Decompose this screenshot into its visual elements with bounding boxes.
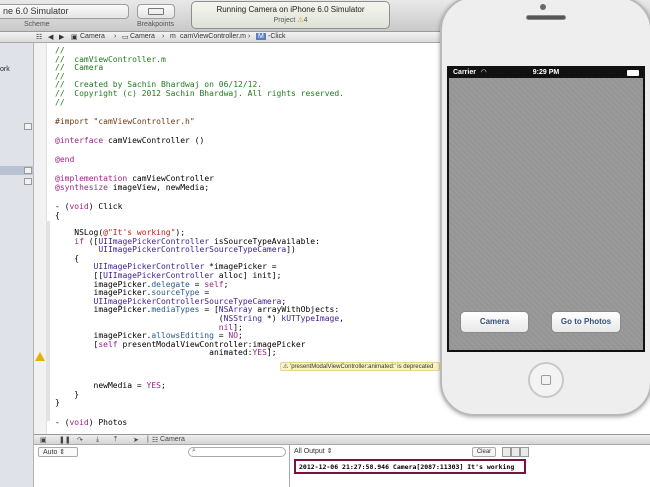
code-line[interactable]: // <box>55 98 65 107</box>
project-icon: ▣ <box>71 34 78 41</box>
go-to-photos-button[interactable]: Go to Photos <box>551 311 621 333</box>
variables-pane[interactable]: Auto ⇕ ⌕ <box>34 445 290 487</box>
step-into-icon[interactable]: ⤓ <box>96 436 99 444</box>
step-out-icon[interactable]: ⤒ <box>114 436 117 444</box>
code-line[interactable]: - (void) Photos <box>55 418 127 427</box>
activity-title: Running Camera on iPhone 6.0 Simulator <box>216 5 365 14</box>
front-camera <box>540 4 546 10</box>
warning-bubble[interactable]: ⚠ 'presentModalViewController:animated:'… <box>280 362 440 371</box>
chevron-right-icon: › <box>162 33 165 40</box>
chevron-right-icon: › <box>114 33 117 40</box>
clear-console-button[interactable]: Clear <box>472 447 496 457</box>
warning-count: 4 <box>303 17 308 24</box>
debug-target[interactable]: Camera <box>160 436 185 443</box>
view-toggle-middle[interactable] <box>511 447 520 457</box>
view-toggle-right[interactable] <box>520 447 529 457</box>
navigator-item-partial[interactable]: ork <box>0 66 10 73</box>
console-pane[interactable]: All Output ⇕ Clear 2012-12-06 21:27:58.9… <box>290 445 650 487</box>
scheme-value: ne 6.0 Simulator <box>3 6 69 16</box>
variables-scope-select[interactable]: Auto ⇕ <box>38 447 78 457</box>
method-icon: M <box>256 33 266 40</box>
warning-message: 'presentModalViewController:animated:' i… <box>290 364 434 370</box>
back-button[interactable]: ◀ <box>48 33 53 41</box>
battery-icon <box>627 70 639 76</box>
jump-item-project[interactable]: Camera <box>80 33 105 40</box>
jump-item-group[interactable]: Camera <box>130 33 155 40</box>
code-line[interactable]: - (void) Click <box>55 202 122 211</box>
console-filter-value: All Output <box>294 448 325 455</box>
jump-bar: ☷ ◀ ▶ ▣ Camera › ▭ Camera › m camViewCon… <box>0 32 440 43</box>
variables-search-input[interactable]: ⌕ <box>188 447 286 457</box>
code-line[interactable]: @end <box>55 155 74 164</box>
breakpoint-icon <box>148 8 164 15</box>
breadcrumb-icon: ☷ <box>152 437 159 444</box>
home-button[interactable] <box>528 362 564 398</box>
code-line[interactable]: @synthesize imageView, newMedia; <box>55 183 209 192</box>
view-toggle-left[interactable] <box>502 447 511 457</box>
activity-status: Project ⚠4 <box>192 16 389 24</box>
jump-item-file[interactable]: camViewController.m <box>180 33 246 40</box>
status-time: 9:29 PM <box>532 69 560 76</box>
pause-icon[interactable]: ❚❚ <box>59 436 71 444</box>
folder-icon: ▭ <box>122 34 129 41</box>
code-line[interactable]: } <box>55 398 60 407</box>
code-line[interactable]: @interface camViewController () <box>55 136 204 145</box>
debug-bar: ▣ ❚❚ ↷ ⤓ ⤒ ➤ | ☷ Camera <box>34 434 650 445</box>
navigator-sidebar: ork <box>0 43 34 487</box>
code-editor[interactable]: //// camViewController.m// Camera//// Cr… <box>34 43 440 434</box>
location-icon[interactable]: ➤ <box>133 436 139 444</box>
iphone-simulator: Carrier ◠ 9:29 PM Camera Go to Photos <box>440 0 650 416</box>
console-output[interactable]: 2012-12-06 21:27:58.946 Camera[2087:1130… <box>294 459 526 474</box>
forward-button[interactable]: ▶ <box>59 33 64 41</box>
scheme-label: Scheme <box>24 21 50 28</box>
warning-bubble-icon: ⚠ <box>283 364 291 370</box>
navigator-badge <box>24 178 32 185</box>
code-line[interactable]: #import "camViewController.h" <box>55 117 195 126</box>
camera-button[interactable]: Camera <box>460 311 529 333</box>
navigator-badge <box>24 167 32 174</box>
app-view: Camera Go to Photos <box>449 78 643 350</box>
breakpoints-button[interactable] <box>137 4 175 19</box>
scheme-selector[interactable]: ne 6.0 Simulator <box>0 4 129 19</box>
simulator-screen: Carrier ◠ 9:29 PM Camera Go to Photos <box>447 66 645 352</box>
code-line[interactable]: { <box>55 211 60 220</box>
navigator-badge <box>24 123 32 130</box>
activity-project: Project <box>273 17 296 24</box>
chevron-right-icon: › <box>248 33 251 40</box>
hide-debug-area-icon[interactable]: ▣ <box>40 436 47 444</box>
search-icon: ⌕ <box>192 447 196 454</box>
jump-item-method[interactable]: -Click <box>268 33 286 40</box>
home-square-icon <box>541 375 551 385</box>
related-items-icon[interactable]: ☷ <box>36 33 42 41</box>
warning-marker-icon[interactable] <box>35 352 45 361</box>
status-bar: Carrier ◠ 9:29 PM <box>449 68 643 78</box>
variables-scope-value: Auto <box>43 449 58 456</box>
breakpoints-label: Breakpoints <box>137 21 174 28</box>
code-line[interactable]: UIImagePickerControllerSourceTypeCamera]… <box>55 245 295 254</box>
separator: | <box>147 436 149 443</box>
step-over-icon[interactable]: ↷ <box>77 436 83 444</box>
console-filter-select[interactable]: All Output ⇕ <box>290 447 350 457</box>
activity-viewer: Running Camera on iPhone 6.0 Simulator P… <box>191 1 390 29</box>
code-fold-ribbon[interactable] <box>46 221 50 421</box>
earpiece-speaker <box>526 15 566 20</box>
code-line[interactable]: animated:YES]; <box>55 348 276 357</box>
file-icon: m <box>170 33 176 40</box>
code-line[interactable]: // Copyright (c) 2012 Sachin Bhardwaj. A… <box>55 89 344 98</box>
